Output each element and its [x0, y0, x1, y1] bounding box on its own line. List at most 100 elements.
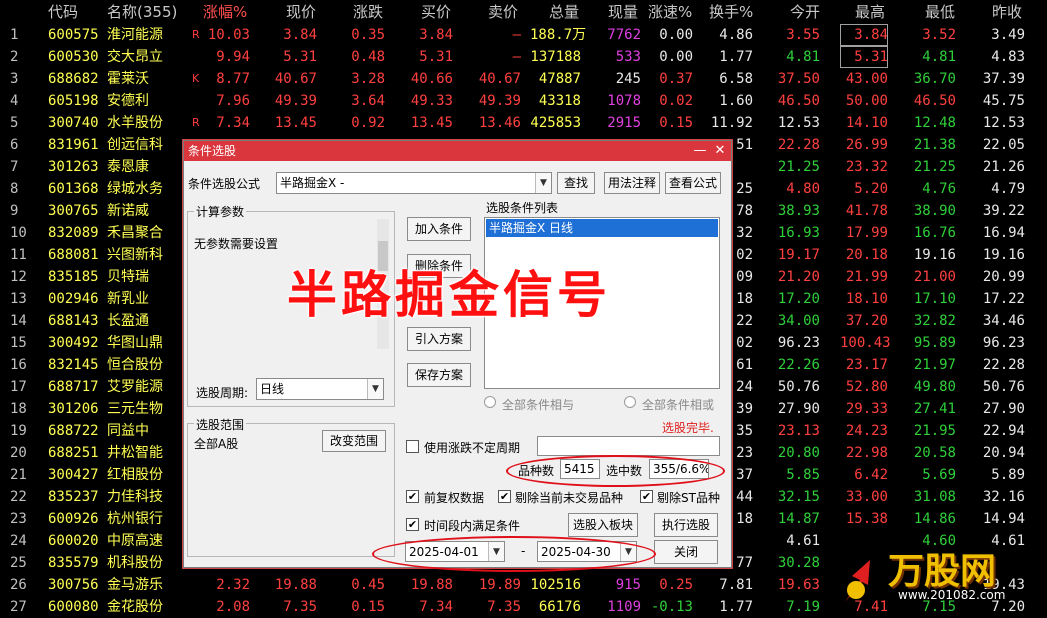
- col-pct[interactable]: 涨幅%: [203, 0, 247, 24]
- cell-turn: 7.81: [719, 577, 753, 593]
- dialog-title: 条件选股: [188, 144, 237, 158]
- cell-prev: 12.53: [982, 115, 1025, 131]
- cell-low: 36.70: [913, 71, 956, 87]
- cell-low: 27.41: [913, 401, 956, 417]
- table-row[interactable]: 4 605198 安德利 7.96 49.39 3.64 49.33 49.39 43318 10…: [0, 90, 1047, 112]
- cell-prev: 27.90: [982, 401, 1025, 417]
- cell-turn: 6.58: [719, 71, 753, 87]
- cell-no: 4: [10, 93, 19, 109]
- cell-prev: 3.49: [991, 27, 1025, 43]
- cell-open: 38.93: [777, 203, 820, 219]
- col-turnover[interactable]: 换手%: [709, 0, 753, 24]
- cell-low: 4.76: [922, 181, 956, 197]
- cell-name: 禾昌聚合: [107, 225, 163, 241]
- cell-name: 同益中: [107, 423, 149, 439]
- save-plan-button[interactable]: 保存方案: [407, 363, 471, 387]
- cell-name: 华图山鼎: [107, 335, 163, 351]
- condition-list-item[interactable]: 半路掘金X 日线: [486, 219, 718, 237]
- cell-high: 15.38: [845, 511, 888, 527]
- period-select[interactable]: 日线 ▼: [256, 378, 384, 400]
- cell-open: 19.17: [777, 247, 820, 263]
- cell-name: 霍莱沃: [107, 71, 149, 87]
- cell-open: 21.25: [777, 159, 820, 175]
- col-high[interactable]: 最高: [855, 0, 885, 24]
- table-row[interactable]: 2 600530 交大昂立 9.94 5.31 0.48 5.31 –137188 533 0.0…: [0, 46, 1047, 68]
- col-name[interactable]: 名称(355): [107, 0, 177, 24]
- period-label: 选股周期:: [196, 386, 249, 400]
- exclude-untraded-checkbox[interactable]: ✔: [498, 490, 511, 503]
- add-condition-button[interactable]: 加入条件: [407, 217, 471, 241]
- cell-name: 交大昂立: [107, 49, 163, 65]
- cell-open: 96.23: [777, 335, 820, 351]
- col-cur[interactable]: 现量: [608, 0, 638, 24]
- cell-high: 23.32: [845, 159, 888, 175]
- formula-value: 半路掘金X -: [280, 176, 345, 190]
- cell-spd: 0.00: [659, 49, 693, 65]
- col-prev[interactable]: 昨收: [992, 0, 1022, 24]
- cell-code: 835185: [48, 269, 99, 285]
- adjust-checkbox[interactable]: ✔: [406, 490, 419, 503]
- col-speed[interactable]: 涨速%: [648, 0, 692, 24]
- cell-spd: -0.13: [650, 599, 693, 615]
- cell-open: 4.80: [786, 181, 820, 197]
- cell-code: 601368: [48, 181, 99, 197]
- cell-ask: 19.89: [478, 577, 521, 593]
- col-vol[interactable]: 总量: [549, 0, 579, 24]
- to-block-button[interactable]: 选股入板块: [568, 513, 638, 537]
- col-low[interactable]: 最低: [925, 0, 955, 24]
- formula-select[interactable]: 半路掘金X - ▼: [276, 172, 552, 194]
- close-icon[interactable]: ✕: [711, 141, 729, 161]
- cell-pct: 2.08: [216, 599, 250, 615]
- col-price[interactable]: 现价: [286, 0, 316, 24]
- table-row[interactable]: 5 300740 水羊股份 R 7.34 13.45 0.92 13.45 13.46 42585…: [0, 112, 1047, 134]
- execute-button[interactable]: 执行选股: [654, 513, 718, 537]
- table-row[interactable]: 3 688682 霍莱沃 K 8.77 40.67 3.28 40.66 40.67 47887 2…: [0, 68, 1047, 90]
- cell-name: 长盈通: [107, 313, 149, 329]
- cell-prev: 5.89: [991, 467, 1025, 483]
- col-bid[interactable]: 买价: [421, 0, 451, 24]
- cell-cur: 7762: [607, 27, 641, 43]
- view-formula-button[interactable]: 查看公式: [665, 172, 721, 194]
- find-button[interactable]: 查找: [557, 172, 595, 194]
- chevron-down-icon[interactable]: ▼: [367, 379, 383, 399]
- use-period-checkbox[interactable]: [406, 440, 419, 453]
- cell-ask: 49.39: [478, 93, 521, 109]
- cell-code: 002946: [48, 291, 99, 307]
- col-code[interactable]: 代码: [48, 0, 78, 24]
- table-row[interactable]: 1 600575 淮河能源 R 10.03 3.84 0.35 3.84–188.7万 7762…: [0, 24, 1047, 46]
- cell-low: 32.82: [913, 313, 956, 329]
- cell-prev: 21.26: [982, 159, 1025, 175]
- close-button[interactable]: 关闭: [654, 540, 718, 564]
- col-ask[interactable]: 卖价: [488, 0, 518, 24]
- cell-prev: 17.22: [982, 291, 1025, 307]
- cell-code: 835237: [48, 489, 99, 505]
- cell-no: 11: [10, 247, 27, 263]
- cell-high: 100.43: [840, 335, 891, 351]
- cell-prev: 22.94: [982, 423, 1025, 439]
- usage-notes-button[interactable]: 用法注释: [604, 172, 660, 194]
- cell-no: 1: [10, 27, 19, 43]
- cell-pct: 2.32: [216, 577, 250, 593]
- period-range-input[interactable]: [537, 436, 720, 456]
- radio-and[interactable]: [484, 396, 496, 408]
- cell-bid: 19.88: [410, 577, 453, 593]
- cell-prev: 34.46: [982, 313, 1025, 329]
- cell-name: 绿城水务: [107, 181, 163, 197]
- cell-low: 21.00: [913, 269, 956, 285]
- col-open[interactable]: 今开: [790, 0, 820, 24]
- in-period-checkbox[interactable]: ✔: [406, 518, 419, 531]
- use-period-label: 使用涨跌不定周期: [424, 441, 521, 455]
- chevron-down-icon[interactable]: ▼: [535, 173, 551, 193]
- cell-low: 46.50: [913, 93, 956, 109]
- exclude-st-checkbox[interactable]: ✔: [640, 490, 653, 503]
- cell-high: 26.99: [845, 137, 888, 153]
- cell-high: 29.33: [845, 401, 888, 417]
- import-plan-button[interactable]: 引入方案: [407, 327, 471, 351]
- change-range-button[interactable]: 改变范围: [322, 430, 386, 452]
- cell-name: 机科股份: [107, 555, 163, 571]
- radio-or[interactable]: [624, 396, 636, 408]
- cell-open: 50.76: [777, 379, 820, 395]
- condition-list-label: 选股条件列表: [486, 201, 559, 215]
- col-chg[interactable]: 涨跌: [353, 0, 383, 24]
- minimize-icon[interactable]: —: [691, 141, 709, 161]
